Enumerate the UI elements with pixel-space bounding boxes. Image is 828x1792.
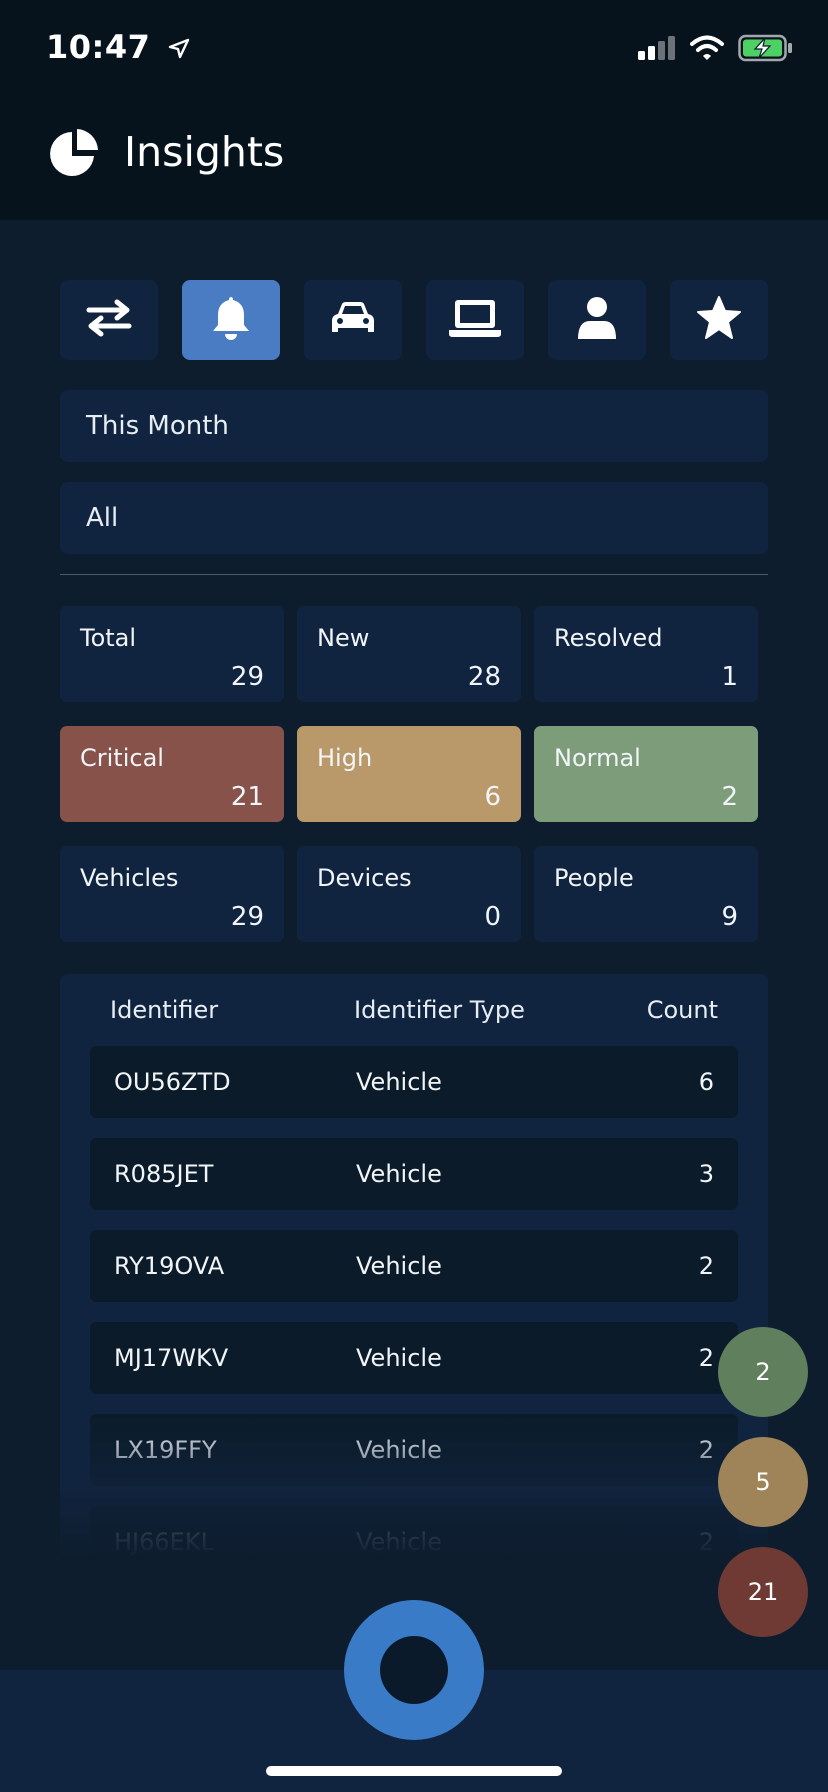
bubble-value: 21 (747, 1578, 779, 1606)
table-row[interactable]: OU56ZTD Vehicle 6 (90, 1046, 738, 1118)
battery-charging-icon (738, 34, 794, 66)
stat-label: High (317, 744, 373, 772)
cell-identifier: RY19OVA (114, 1252, 225, 1280)
stat-value: 9 (721, 902, 738, 932)
stat-label: People (554, 864, 634, 892)
stat-value: 6 (484, 782, 501, 812)
cell-type: Vehicle (356, 1252, 442, 1280)
cell-count: 6 (698, 1068, 714, 1096)
stat-resolved[interactable]: Resolved 1 (534, 606, 758, 702)
cell-count: 2 (698, 1344, 714, 1372)
cellular-signal-icon (636, 35, 676, 65)
stat-total[interactable]: Total 29 (60, 606, 284, 702)
laptop-icon (447, 296, 503, 344)
high-count-bubble[interactable]: 5 (718, 1437, 808, 1527)
star-icon (695, 295, 743, 345)
category-tabs (60, 280, 768, 360)
status-bar: 10:47 (0, 0, 828, 100)
column-header-identifier[interactable]: Identifier (110, 996, 218, 1024)
table-row[interactable]: LX19FFY Vehicle 2 (90, 1414, 738, 1486)
scope-select[interactable]: All (60, 482, 768, 554)
normal-count-bubble[interactable]: 2 (718, 1327, 808, 1417)
table-row[interactable]: HJ66EKL Vehicle 2 (90, 1506, 738, 1578)
stat-label: Total (80, 624, 137, 652)
stat-normal[interactable]: Normal 2 (534, 726, 758, 822)
period-select-value: This Month (86, 411, 229, 441)
cell-identifier: LX19FFY (114, 1436, 217, 1464)
car-icon (330, 298, 376, 342)
cell-type: Vehicle (356, 1068, 442, 1096)
wifi-icon (690, 35, 724, 65)
stat-vehicles[interactable]: Vehicles 29 (60, 846, 284, 942)
stat-label: New (317, 624, 370, 652)
user-icon (576, 295, 618, 345)
cell-type: Vehicle (356, 1160, 442, 1188)
location-arrow-icon (168, 30, 190, 68)
tab-alerts[interactable] (182, 280, 280, 360)
center-action-button[interactable] (344, 1600, 484, 1740)
cell-type: Vehicle (356, 1528, 442, 1556)
stat-label: Devices (317, 864, 412, 892)
stat-value: 29 (230, 662, 264, 692)
bubble-value: 2 (755, 1358, 771, 1386)
cell-count: 3 (698, 1160, 714, 1188)
tab-vehicles[interactable] (304, 280, 402, 360)
table-row[interactable]: RY19OVA Vehicle 2 (90, 1230, 738, 1302)
tab-people[interactable] (548, 280, 646, 360)
home-indicator[interactable] (266, 1766, 562, 1776)
stat-value: 28 (467, 662, 501, 692)
cell-identifier: MJ17WKV (114, 1344, 229, 1372)
bell-icon (211, 295, 251, 345)
identifier-table: Identifier Identifier Type Count OU56ZTD… (60, 974, 768, 1584)
table-row[interactable]: MJ17WKV Vehicle 2 (90, 1322, 738, 1394)
status-time: 10:47 (46, 28, 151, 66)
tab-transfers[interactable] (60, 280, 158, 360)
stat-label: Critical (80, 744, 164, 772)
column-header-count[interactable]: Count (647, 996, 718, 1024)
table-row[interactable]: R085JET Vehicle 3 (90, 1138, 738, 1210)
period-select[interactable]: This Month (60, 390, 768, 462)
stat-value: 2 (721, 782, 738, 812)
page-title: Insights (124, 128, 285, 176)
cell-count: 2 (698, 1436, 714, 1464)
critical-count-bubble[interactable]: 21 (718, 1547, 808, 1637)
stat-devices[interactable]: Devices 0 (297, 846, 521, 942)
stat-people[interactable]: People 9 (534, 846, 758, 942)
ring-icon (380, 1636, 448, 1704)
cell-identifier: R085JET (114, 1160, 214, 1188)
tab-favourites[interactable] (670, 280, 768, 360)
stat-new[interactable]: New 28 (297, 606, 521, 702)
stat-label: Vehicles (80, 864, 179, 892)
stat-value: 1 (721, 662, 738, 692)
stat-label: Normal (554, 744, 641, 772)
column-header-identifier-type[interactable]: Identifier Type (354, 996, 525, 1024)
cell-identifier: HJ66EKL (114, 1528, 214, 1556)
cell-type: Vehicle (356, 1436, 442, 1464)
stat-value: 21 (230, 782, 264, 812)
cell-type: Vehicle (356, 1344, 442, 1372)
transfer-arrows-icon (85, 298, 133, 342)
pie-chart-icon (48, 128, 100, 184)
tab-devices[interactable] (426, 280, 524, 360)
divider (60, 574, 768, 575)
bubble-value: 5 (755, 1468, 771, 1496)
cell-count: 2 (698, 1528, 714, 1556)
cell-identifier: OU56ZTD (114, 1068, 231, 1096)
stat-value: 0 (484, 902, 501, 932)
stat-value: 29 (230, 902, 264, 932)
stat-high[interactable]: High 6 (297, 726, 521, 822)
stat-critical[interactable]: Critical 21 (60, 726, 284, 822)
stat-label: Resolved (554, 624, 663, 652)
scope-select-value: All (86, 503, 119, 533)
cell-count: 2 (698, 1252, 714, 1280)
